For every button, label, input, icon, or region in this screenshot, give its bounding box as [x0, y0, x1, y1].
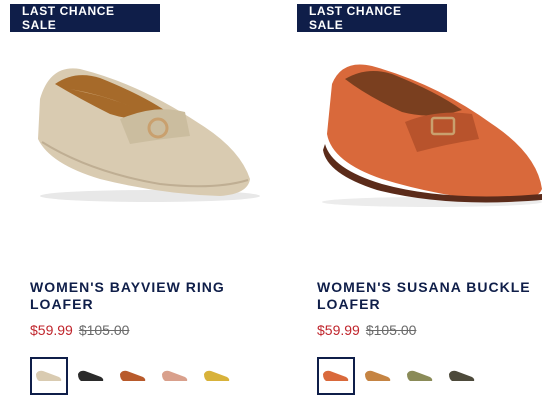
shoe-thumbnail-icon: [365, 370, 391, 381]
swatch-cognac[interactable]: [114, 357, 152, 395]
swatch-yellow[interactable]: [198, 357, 236, 395]
swatch-orange[interactable]: [317, 357, 355, 395]
shoe-thumbnail-icon: [120, 370, 146, 381]
shoe-thumbnail-icon: [449, 370, 475, 381]
original-price: $105.00: [78, 322, 130, 338]
product-image[interactable]: [10, 44, 266, 224]
swatch-tan[interactable]: [359, 357, 397, 395]
product-title[interactable]: WOMEN'S BAYVIEW RING LOAFER: [30, 279, 260, 313]
color-swatches: [30, 357, 236, 395]
price-row: $59.99 $105.00: [30, 322, 129, 338]
sale-price: $59.99: [317, 322, 360, 338]
shoe-thumbnail-icon: [323, 370, 349, 381]
swatch-dark-olive[interactable]: [443, 357, 481, 395]
shoe-thumbnail-icon: [162, 370, 188, 381]
sale-badge: LAST CHANCE SALE: [297, 4, 447, 32]
swatch-olive[interactable]: [401, 357, 439, 395]
swatch-beige[interactable]: [30, 357, 68, 395]
sale-price: $59.99: [30, 322, 73, 338]
color-swatches: [317, 357, 481, 395]
shoe-thumbnail-icon: [36, 370, 62, 381]
shoe-thumbnail-icon: [407, 370, 433, 381]
product-card-susana[interactable]: LAST CHANCE SALE WOMEN'S SUSANA BUCKLE L…: [297, 0, 553, 409]
original-price: $105.00: [365, 322, 417, 338]
product-image[interactable]: [297, 44, 553, 224]
shoe-thumbnail-icon: [78, 370, 104, 381]
shoe-thumbnail-icon: [204, 370, 230, 381]
product-title[interactable]: WOMEN'S SUSANA BUCKLE LOAFER: [317, 279, 547, 313]
product-card-bayview[interactable]: LAST CHANCE SALE WOMEN'S BAYVIEW RING LO…: [10, 0, 266, 409]
swatch-blush[interactable]: [156, 357, 194, 395]
sale-badge: LAST CHANCE SALE: [10, 4, 160, 32]
swatch-black[interactable]: [72, 357, 110, 395]
price-row: $59.99 $105.00: [317, 322, 416, 338]
